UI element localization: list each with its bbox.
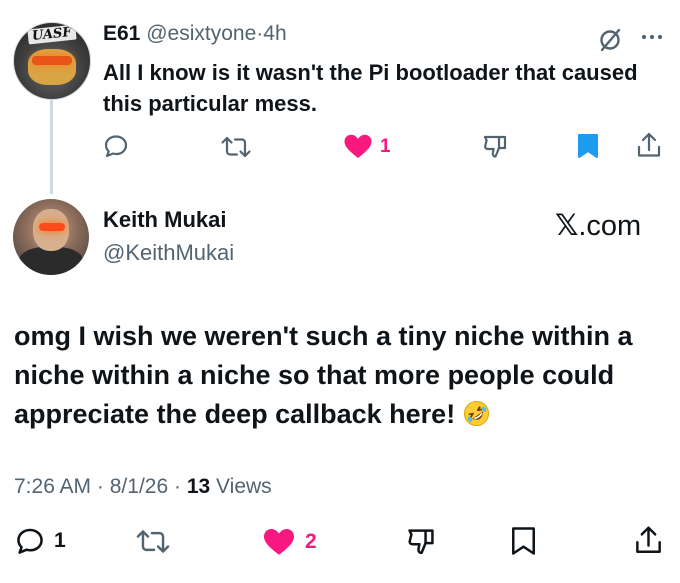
reply-icon (104, 135, 128, 158)
main-bookmark-button[interactable] (511, 526, 536, 556)
parent-bookmark-button[interactable] (577, 133, 599, 159)
source-label: .com (578, 210, 642, 242)
parent-author-name[interactable]: E61 (103, 22, 140, 45)
avatar-face (28, 49, 76, 85)
x-logo: 𝕏 (555, 208, 579, 242)
avatar-laser-eyes (32, 56, 72, 65)
rolling-on-floor-laughing-icon (463, 400, 489, 427)
thread-connector-line (50, 100, 53, 194)
main-dislike-button[interactable] (405, 526, 437, 558)
repost-icon (221, 136, 251, 158)
main-like-count: 2 (305, 530, 317, 553)
avatar-laser-eyes (39, 223, 65, 231)
reply-icon (17, 528, 43, 554)
grok-icon[interactable] (596, 26, 624, 54)
main-share-button[interactable] (634, 524, 663, 556)
tweet-date[interactable]: 8/1/26 (110, 475, 168, 498)
avatar-body (19, 247, 83, 275)
heart-icon (344, 134, 372, 158)
more-icon[interactable] (640, 33, 664, 41)
parent-repost-button[interactable] (220, 134, 252, 160)
heart-icon (264, 529, 294, 555)
main-avatar[interactable] (13, 199, 89, 275)
main-reply-button[interactable]: 1 (15, 526, 66, 556)
tweet-meta: 7:26 AM · 8/1/26 · 13 Views (14, 475, 272, 499)
dislike-icon (408, 529, 434, 555)
main-like-button[interactable]: 2 (262, 527, 317, 557)
parent-share-button[interactable] (636, 131, 662, 159)
parent-avatar[interactable]: UASF (13, 22, 91, 100)
source-watermark: 𝕏.com (555, 208, 641, 243)
share-icon (637, 132, 661, 157)
meta-dot: · (96, 475, 104, 498)
meta-dot: · (173, 475, 181, 498)
main-repost-button[interactable] (135, 527, 171, 556)
views-count: 13 (186, 475, 211, 498)
dislike-icon (483, 135, 507, 158)
parent-tweet-text: All I know is it wasn't the Pi bootloade… (103, 60, 638, 116)
parent-like-count: 1 (380, 135, 391, 157)
main-tweet-text: omg I wish we weren't such a tiny niche … (14, 317, 674, 434)
parent-like-button[interactable]: 1 (343, 133, 391, 160)
parent-dislike-button[interactable] (481, 133, 509, 161)
bookmark-icon (578, 134, 598, 158)
main-reply-count: 1 (54, 529, 66, 552)
parent-time-ago[interactable]: 4h (263, 22, 286, 45)
tweet-time[interactable]: 7:26 AM (14, 475, 91, 498)
bookmark-icon (512, 527, 535, 555)
parent-header: E61 @esixtyone·4h (103, 22, 287, 46)
parent-reply-button[interactable] (103, 133, 129, 159)
main-author-handle[interactable]: @KeithMukai (103, 240, 234, 266)
main-tweet-body: omg I wish we weren't such a tiny niche … (14, 321, 633, 429)
repost-icon (136, 530, 170, 553)
share-icon (636, 526, 661, 553)
main-author-name[interactable]: Keith Mukai (103, 207, 226, 233)
parent-author-handle[interactable]: @esixtyone (146, 22, 256, 45)
views-label: Views (216, 475, 272, 498)
avatar-badge-text: UASF (27, 24, 77, 45)
